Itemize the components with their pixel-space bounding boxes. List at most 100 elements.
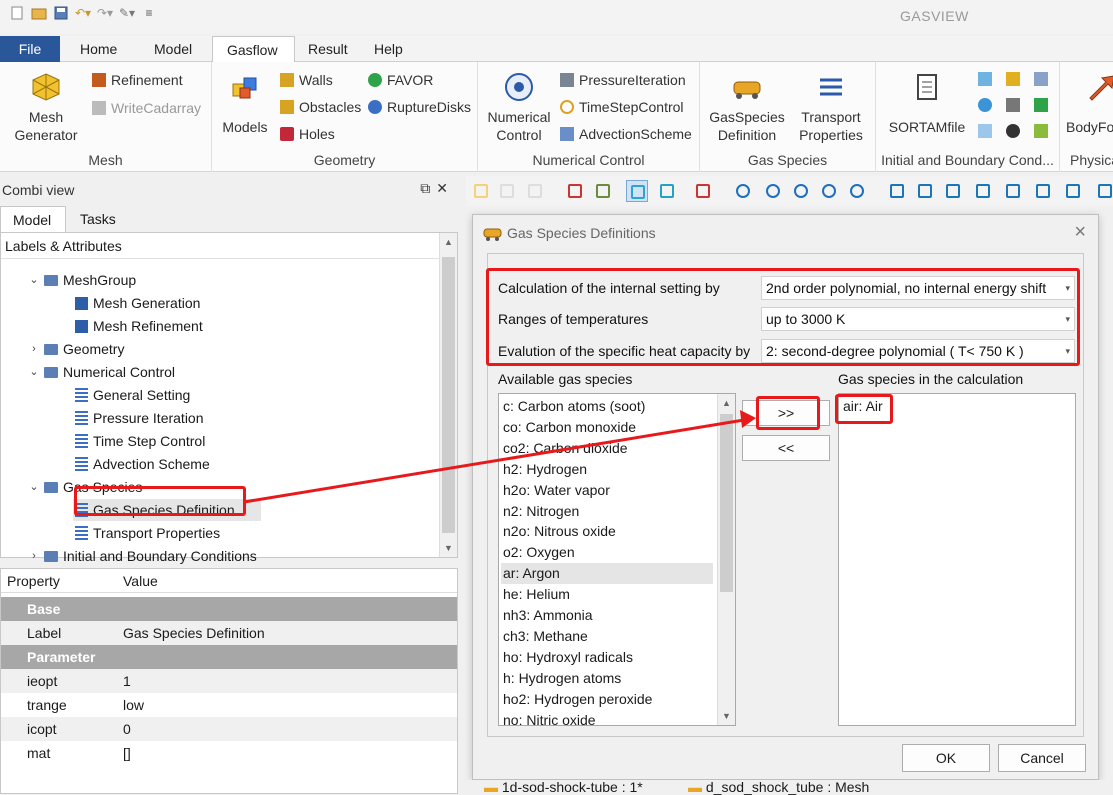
favor-button[interactable]: FAVOR <box>368 70 433 90</box>
tab-model[interactable]: Model <box>140 36 206 62</box>
triangle-icon[interactable] <box>1034 98 1048 112</box>
new-icon[interactable] <box>8 4 26 22</box>
property-value[interactable]: 1 <box>123 669 131 693</box>
zoom-in-icon[interactable] <box>790 180 812 202</box>
property-row[interactable]: icopt 0 <box>1 717 457 741</box>
cancel-button[interactable]: Cancel <box>998 744 1086 772</box>
refinement-button[interactable]: Refinement <box>92 70 183 90</box>
property-value[interactable]: [] <box>123 741 131 765</box>
top-view-icon[interactable] <box>942 180 964 202</box>
tree-item[interactable]: Pressure Iteration <box>75 407 204 429</box>
tree-scrollbar[interactable]: ▲ ▼ <box>439 233 457 557</box>
property-row[interactable]: trange low <box>1 693 457 717</box>
add-species-button[interactable]: >> <box>742 400 830 426</box>
available-species-item[interactable]: nh3: Ammonia <box>501 605 713 626</box>
scroll-down-icon[interactable]: ▼ <box>444 543 453 553</box>
tab-file[interactable]: File <box>0 36 60 62</box>
sortam-file-button[interactable]: SORTAMfile <box>882 70 972 136</box>
tree-item[interactable]: Time Step Control <box>75 430 205 452</box>
transport-properties-button[interactable]: Transport Properties <box>792 70 870 144</box>
box-icon[interactable] <box>592 180 614 202</box>
available-species-item[interactable]: ar: Argon <box>501 563 713 585</box>
property-row[interactable]: Label Gas Species Definition <box>1 621 457 645</box>
close-icon[interactable]: ✕ <box>436 180 454 196</box>
scroll-thumb[interactable] <box>720 414 733 592</box>
tools-icon[interactable]: ✎▾ <box>118 4 136 22</box>
sphere-icon[interactable] <box>978 98 992 112</box>
tab-home[interactable]: Home <box>66 36 131 62</box>
no-entry-icon[interactable] <box>692 180 714 202</box>
tree-item[interactable]: ⌄ MeshGroup <box>29 269 136 291</box>
property-row[interactable]: ieopt 1 <box>1 669 457 693</box>
available-species-item[interactable]: co: Carbon monoxide <box>501 417 713 438</box>
available-species-item[interactable]: h2o: Water vapor <box>501 480 713 501</box>
split-view-icon[interactable] <box>524 180 546 202</box>
solid-cube-icon[interactable] <box>656 180 678 202</box>
ok-button[interactable]: OK <box>902 744 990 772</box>
tree-item[interactable]: ⌄ Numerical Control <box>29 361 175 383</box>
save-icon[interactable] <box>52 4 70 22</box>
holes-button[interactable]: Holes <box>280 124 335 144</box>
rotate-icon[interactable] <box>1094 180 1113 202</box>
available-species-item[interactable]: ho: Hydroxyl radicals <box>501 647 713 668</box>
property-value[interactable]: low <box>123 693 144 717</box>
chevron-down-icon[interactable]: ⌄ <box>29 476 39 498</box>
tab-model-view[interactable]: Model <box>0 206 66 232</box>
dialog-close-icon[interactable]: × <box>1074 221 1086 244</box>
tree-item[interactable]: Mesh Generation <box>75 292 200 314</box>
remove-species-button[interactable]: << <box>742 435 830 461</box>
selected-species-item[interactable]: air: Air <box>841 396 883 417</box>
numerical-control-button[interactable]: Numerical Control <box>484 70 554 144</box>
property-row[interactable]: mat [] <box>1 741 457 765</box>
front-view-icon[interactable] <box>914 180 936 202</box>
restore-icon[interactable]: ⧉ <box>420 180 436 196</box>
customize-icon[interactable]: ≡ <box>140 4 158 22</box>
available-scrollbar[interactable]: ▲ ▼ <box>717 394 735 725</box>
rear-view-icon[interactable] <box>1002 180 1024 202</box>
range-select[interactable]: up to 3000 K ▾ <box>761 307 1075 331</box>
mesh-generator-button[interactable]: Mesh Generator <box>10 70 82 144</box>
zoom-out-icon[interactable] <box>818 180 840 202</box>
property-value[interactable]: Gas Species Definition <box>123 621 265 645</box>
scroll-down-icon[interactable]: ▼ <box>722 711 731 721</box>
advection-scheme-button[interactable]: AdvectionScheme <box>560 124 692 144</box>
zoom-box-icon[interactable] <box>846 180 868 202</box>
zoom-icon[interactable] <box>762 180 784 202</box>
selected-list[interactable]: air: Air <box>838 393 1076 726</box>
gear-icon[interactable] <box>1006 98 1020 112</box>
available-species-item[interactable]: ch3: Methane <box>501 626 713 647</box>
available-species-item[interactable]: n2o: Nitrous oxide <box>501 521 713 542</box>
chevron-right-icon[interactable]: › <box>29 338 39 360</box>
new-view-icon[interactable] <box>470 180 492 202</box>
chevron-right-icon[interactable]: › <box>29 545 39 567</box>
left-view-icon[interactable] <box>1062 180 1084 202</box>
tree-item[interactable]: Gas Species Definition <box>73 499 261 521</box>
zoom-fit-icon[interactable] <box>732 180 754 202</box>
ramp-icon[interactable] <box>1034 124 1048 138</box>
doc-tab-1[interactable]: ▬ 1d-sod-shock-tube : 1* <box>484 780 643 794</box>
scroll-thumb[interactable] <box>442 257 455 533</box>
available-species-item[interactable]: c: Carbon atoms (soot) <box>501 396 713 417</box>
tree-item[interactable]: › Initial and Boundary Conditions <box>29 545 257 567</box>
tab-tasks[interactable]: Tasks <box>68 206 128 232</box>
write-cadarray-button[interactable]: WriteCadarray <box>92 98 201 118</box>
tab-result[interactable]: Result <box>294 36 362 62</box>
tree-item[interactable]: General Setting <box>75 384 190 406</box>
available-species-item[interactable]: no: Nitric oxide <box>501 710 713 726</box>
available-species-item[interactable]: n2: Nitrogen <box>501 501 713 522</box>
redo-icon[interactable]: ↷▾ <box>96 4 114 22</box>
tab-gasflow[interactable]: Gasflow <box>212 36 295 63</box>
doc-tab-2[interactable]: ▬ d_sod_shock_tube : Mesh <box>688 780 869 794</box>
gauge-icon[interactable] <box>1006 124 1020 138</box>
body-force-button[interactable]: BodyFo <box>1066 70 1113 136</box>
wind-icon[interactable] <box>978 72 992 86</box>
available-species-item[interactable]: o2: Oxygen <box>501 542 713 563</box>
tree-item[interactable]: ⌄ Gas Species <box>29 476 142 498</box>
rupture-disks-button[interactable]: RuptureDisks <box>368 97 471 117</box>
waves-icon[interactable] <box>978 124 992 138</box>
available-species-item[interactable]: he: Helium <box>501 584 713 605</box>
shaded-cube-icon[interactable] <box>626 180 648 202</box>
scroll-up-icon[interactable]: ▲ <box>444 237 453 247</box>
undo-icon[interactable]: ↶▾ <box>74 4 92 22</box>
tree-item[interactable]: Advection Scheme <box>75 453 210 475</box>
